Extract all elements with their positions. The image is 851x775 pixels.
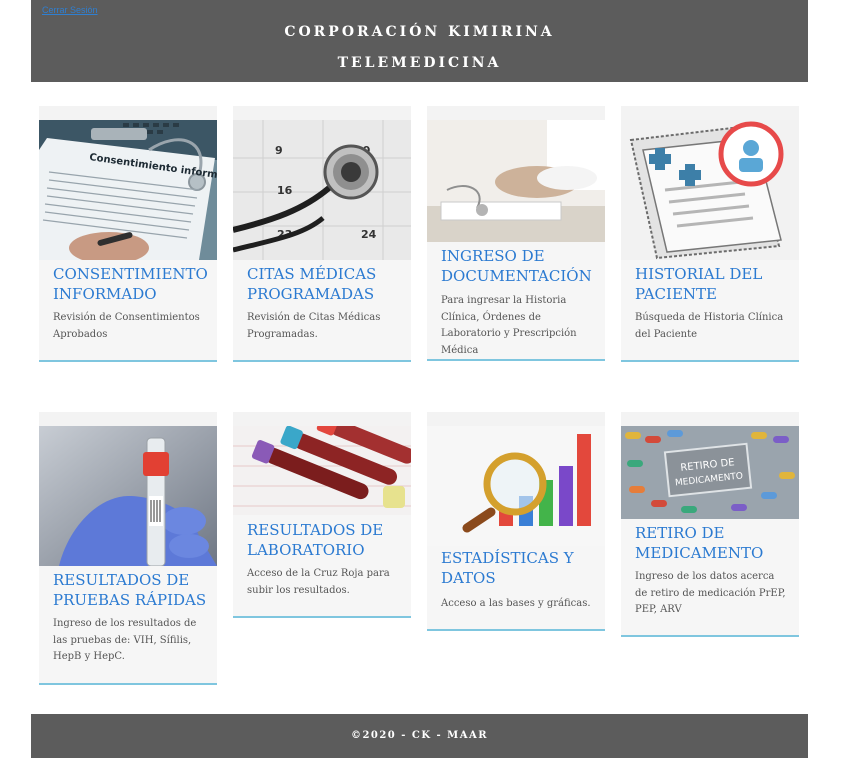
card-retiro-medicamento[interactable]: RETIRO DE MEDICAMENTO RETIRO DE MEDICAME… — [621, 412, 799, 637]
card-title[interactable]: RETIRO DE MEDICAMENTO — [635, 523, 795, 563]
card-title[interactable]: RESULTADOS DE PRUEBAS RÁPIDAS — [53, 570, 213, 610]
card-title[interactable]: HISTORIAL DEL PACIENTE — [635, 264, 795, 304]
page-title: CORPORACIÓN KIMIRINA — [284, 24, 555, 40]
pills-image: RETIRO DE MEDICAMENTO — [621, 426, 799, 519]
doctor-desk-image — [427, 120, 605, 242]
card-documentacion[interactable]: INGRESO DE DOCUMENTACIÓN Para ingresar l… — [427, 106, 605, 361]
consent-form-image: Consentimiento informado — [39, 120, 217, 260]
card-description: Ingreso de los resultados de las pruebas… — [53, 618, 197, 662]
page-subtitle: TELEMEDICINA — [337, 55, 502, 71]
card-description: Búsqueda de Historia Clínica del Pacient… — [635, 312, 784, 340]
card-pruebas-rapidas[interactable]: RESULTADOS DE PRUEBAS RÁPIDAS Ingreso de… — [39, 412, 217, 685]
calendar-stethoscope-image: 9 10 16 23 24 — [233, 120, 411, 260]
card-historial[interactable]: HISTORIAL DEL PACIENTE Búsqueda de Histo… — [621, 106, 799, 362]
card-description: Acceso a las bases y gráficas. — [441, 598, 591, 609]
card-title[interactable]: CITAS MÉDICAS PROGRAMADAS — [247, 264, 407, 304]
card-title[interactable]: ESTADÍSTICAS Y DATOS — [441, 548, 601, 588]
card-citas[interactable]: 9 10 16 23 24 CITAS MÉDICAS PROGRAMADAS … — [233, 106, 411, 362]
test-tube-glove-image — [39, 426, 217, 566]
card-description: Revisión de Citas Médicas Programadas. — [247, 312, 381, 340]
footer-copyright: ©2020 - CK - MAAR — [350, 730, 489, 741]
calendar-day: 9 — [275, 144, 283, 157]
card-title[interactable]: RESULTADOS DE LABORATORIO — [247, 520, 407, 560]
blood-tubes-image — [233, 426, 411, 515]
calendar-day: 16 — [277, 184, 293, 197]
card-description: Ingreso de los datos acerca de retiro de… — [635, 571, 786, 615]
card-description: Acceso de la Cruz Roja para subir los re… — [247, 568, 390, 596]
medical-record-image — [621, 120, 799, 260]
footer-bar: ©2020 - CK - MAAR — [31, 714, 808, 758]
card-title[interactable]: CONSENTIMIENTO INFORMADO — [53, 264, 213, 304]
card-title[interactable]: INGRESO DE DOCUMENTACIÓN — [441, 246, 601, 286]
card-description: Para ingresar la Historia Clínica, Órden… — [441, 295, 577, 356]
card-description: Revisión de Consentimientos Aprobados — [53, 312, 200, 340]
bar-chart-magnifier-image — [427, 426, 605, 546]
card-consentimiento[interactable]: Consentimiento informado CONSENTIMIENTO … — [39, 106, 217, 362]
logout-link[interactable]: Cerrar Sesión — [42, 5, 98, 15]
calendar-day: 24 — [361, 228, 377, 241]
card-laboratorio[interactable]: RESULTADOS DE LABORATORIO Acceso de la C… — [233, 412, 411, 618]
card-estadisticas[interactable]: ESTADÍSTICAS Y DATOS Acceso a las bases … — [427, 412, 605, 631]
